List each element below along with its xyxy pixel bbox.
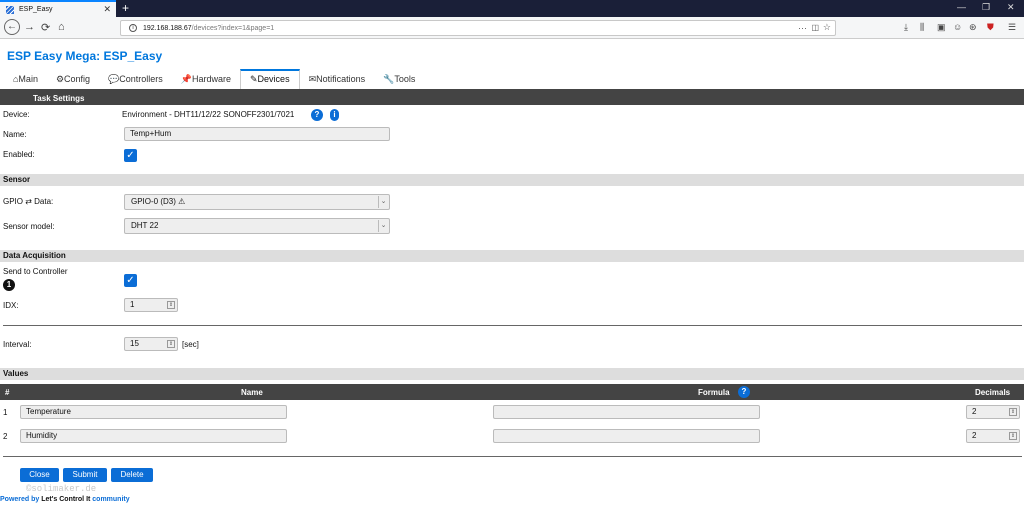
menu-main[interactable]: ⌂Main	[4, 69, 47, 89]
device-value: Environment - DHT11/12/22 SONOFF2301/702…	[122, 110, 295, 119]
decimals-value: 2	[972, 407, 977, 416]
help-icon[interactable]: ?	[311, 109, 323, 121]
footer-prefix: Powered by	[0, 496, 42, 503]
favicon-icon	[6, 5, 14, 14]
sidebar-icon[interactable]: ▣	[937, 22, 946, 33]
divider	[3, 456, 1022, 457]
menu-icon[interactable]: ☰	[1008, 22, 1016, 33]
send-to-controller-checkbox[interactable]: ✓	[124, 274, 137, 287]
interval-unit: [sec]	[182, 340, 199, 349]
col-name: Name	[241, 388, 263, 397]
menu-controllers[interactable]: 💬Controllers	[99, 69, 172, 89]
menu-devices[interactable]: ✎Devices	[240, 69, 300, 89]
name-input[interactable]: Temp+Hum	[124, 127, 390, 141]
value-name-input[interactable]: Temperature	[20, 405, 287, 419]
menu-config[interactable]: ⚙Config	[47, 69, 99, 89]
value-name-input[interactable]: Humidity	[20, 429, 287, 443]
close-button[interactable]: Close	[20, 468, 59, 482]
formula-help-icon[interactable]: ?	[738, 386, 750, 398]
footer-suffix: community	[90, 496, 130, 503]
browser-tab[interactable]: ESP_Easy ✕	[0, 0, 116, 17]
forward-button-icon[interactable]: →	[24, 21, 35, 33]
downloads-icon[interactable]: ⤓	[904, 22, 908, 33]
interval-label: Interval:	[3, 340, 32, 349]
new-tab-button[interactable]: +	[122, 1, 129, 15]
menu-notifications[interactable]: ✉Notifications	[300, 69, 375, 89]
decimals-input[interactable]: 2 ⇕	[966, 405, 1020, 419]
values-table-header: # Name Formula ? Decimals	[0, 384, 1024, 400]
col-decimals: Decimals	[975, 388, 1011, 397]
stepper-icon[interactable]: ⇕	[167, 340, 175, 348]
gpio-select[interactable]: GPIO-0 (D3) ⚠ ⌄	[124, 194, 390, 210]
idx-label: IDX:	[3, 301, 19, 310]
extension-icon[interactable]: ⊛	[969, 22, 977, 33]
stepper-icon[interactable]: ⇕	[167, 301, 175, 309]
row-num: 1	[3, 408, 8, 417]
decimals-value: 2	[972, 431, 977, 440]
value-formula-input[interactable]	[493, 429, 760, 443]
reload-icon[interactable]: ⟳	[41, 21, 50, 34]
col-num: #	[5, 388, 10, 397]
idx-input[interactable]: 1 ⇕	[124, 298, 178, 312]
minimize-icon[interactable]: —	[957, 2, 966, 12]
footer: Powered by Let's Control It community	[0, 496, 130, 503]
url-host: 192.168.188.67	[143, 24, 192, 32]
task-settings-header: Task Settings	[0, 93, 1024, 105]
page-content: ESP Easy Mega: ESP_Easy ⌂Main ⚙Config 💬C…	[0, 40, 1024, 520]
page-actions-icon[interactable]: ···	[798, 23, 807, 33]
col-formula: Formula	[698, 388, 730, 397]
interval-input[interactable]: 15 ⇕	[124, 337, 178, 351]
bookmark-star-icon[interactable]: ☆	[823, 22, 831, 33]
back-button-icon[interactable]: ←	[4, 19, 20, 35]
pocket-icon[interactable]: ◫	[811, 23, 819, 32]
device-label: Device:	[3, 110, 30, 119]
browser-tabstrip: ESP_Easy ✕ + — ❐ ✕	[0, 0, 1024, 17]
gpio-label: GPIO ⇄ Data:	[3, 197, 54, 206]
sensor-section-header: Sensor	[0, 174, 1024, 186]
decimals-input[interactable]: 2 ⇕	[966, 429, 1020, 443]
browser-navbar: ← → ⟳ ⌂ i 192.168.188.67/devices?index=1…	[0, 17, 1024, 39]
library-icon[interactable]: ⫼	[920, 22, 924, 33]
window-close-icon[interactable]: ✕	[1007, 2, 1015, 13]
stepper-icon[interactable]: ⇕	[1009, 432, 1017, 440]
controller-number-badge: 1	[3, 279, 15, 291]
sensor-model-select[interactable]: DHT 22 ⌄	[124, 218, 390, 234]
info-icon[interactable]: i	[330, 109, 339, 121]
url-path: /devices?index=1&page=1	[191, 24, 275, 32]
data-acquisition-header: Data Acquisition	[0, 250, 1024, 262]
address-bar[interactable]: i 192.168.188.67/devices?index=1&page=1 …	[120, 20, 836, 36]
watermark: ©solimaker.de	[26, 484, 97, 494]
delete-button[interactable]: Delete	[111, 468, 153, 482]
chevron-down-icon: ⌄	[378, 196, 388, 208]
shield-icon[interactable]: ⛊	[987, 22, 994, 33]
footer-brand-link[interactable]: Let's Control It	[41, 496, 90, 503]
menu-hardware[interactable]: 📌Hardware	[172, 69, 240, 89]
close-tab-icon[interactable]: ✕	[103, 4, 111, 15]
tab-title: ESP_Easy	[19, 6, 53, 13]
page-title: ESP Easy Mega: ESP_Easy	[7, 49, 163, 63]
gpio-select-value: GPIO-0 (D3) ⚠	[131, 197, 186, 206]
account-icon[interactable]: ☺	[953, 22, 962, 32]
values-section-header: Values	[0, 368, 1024, 380]
submit-button[interactable]: Submit	[63, 468, 107, 482]
sensor-model-label: Sensor model:	[3, 222, 55, 231]
name-label: Name:	[3, 130, 27, 139]
main-menu: ⌂Main ⚙Config 💬Controllers 📌Hardware ✎De…	[4, 69, 424, 89]
idx-value: 1	[130, 300, 135, 309]
home-icon[interactable]: ⌂	[58, 21, 65, 33]
site-info-icon[interactable]: i	[129, 24, 137, 32]
send-to-controller-label: Send to Controller	[3, 267, 68, 276]
enabled-label: Enabled:	[3, 150, 35, 159]
enabled-checkbox[interactable]: ✓	[124, 149, 137, 162]
maximize-icon[interactable]: ❐	[982, 2, 990, 13]
interval-value: 15	[130, 339, 139, 348]
stepper-icon[interactable]: ⇕	[1009, 408, 1017, 416]
divider	[3, 325, 1022, 326]
chevron-down-icon: ⌄	[378, 220, 388, 232]
menu-tools[interactable]: 🔧Tools	[374, 69, 424, 89]
value-formula-input[interactable]	[493, 405, 760, 419]
sensor-model-value: DHT 22	[131, 221, 159, 230]
row-num: 2	[3, 432, 8, 441]
